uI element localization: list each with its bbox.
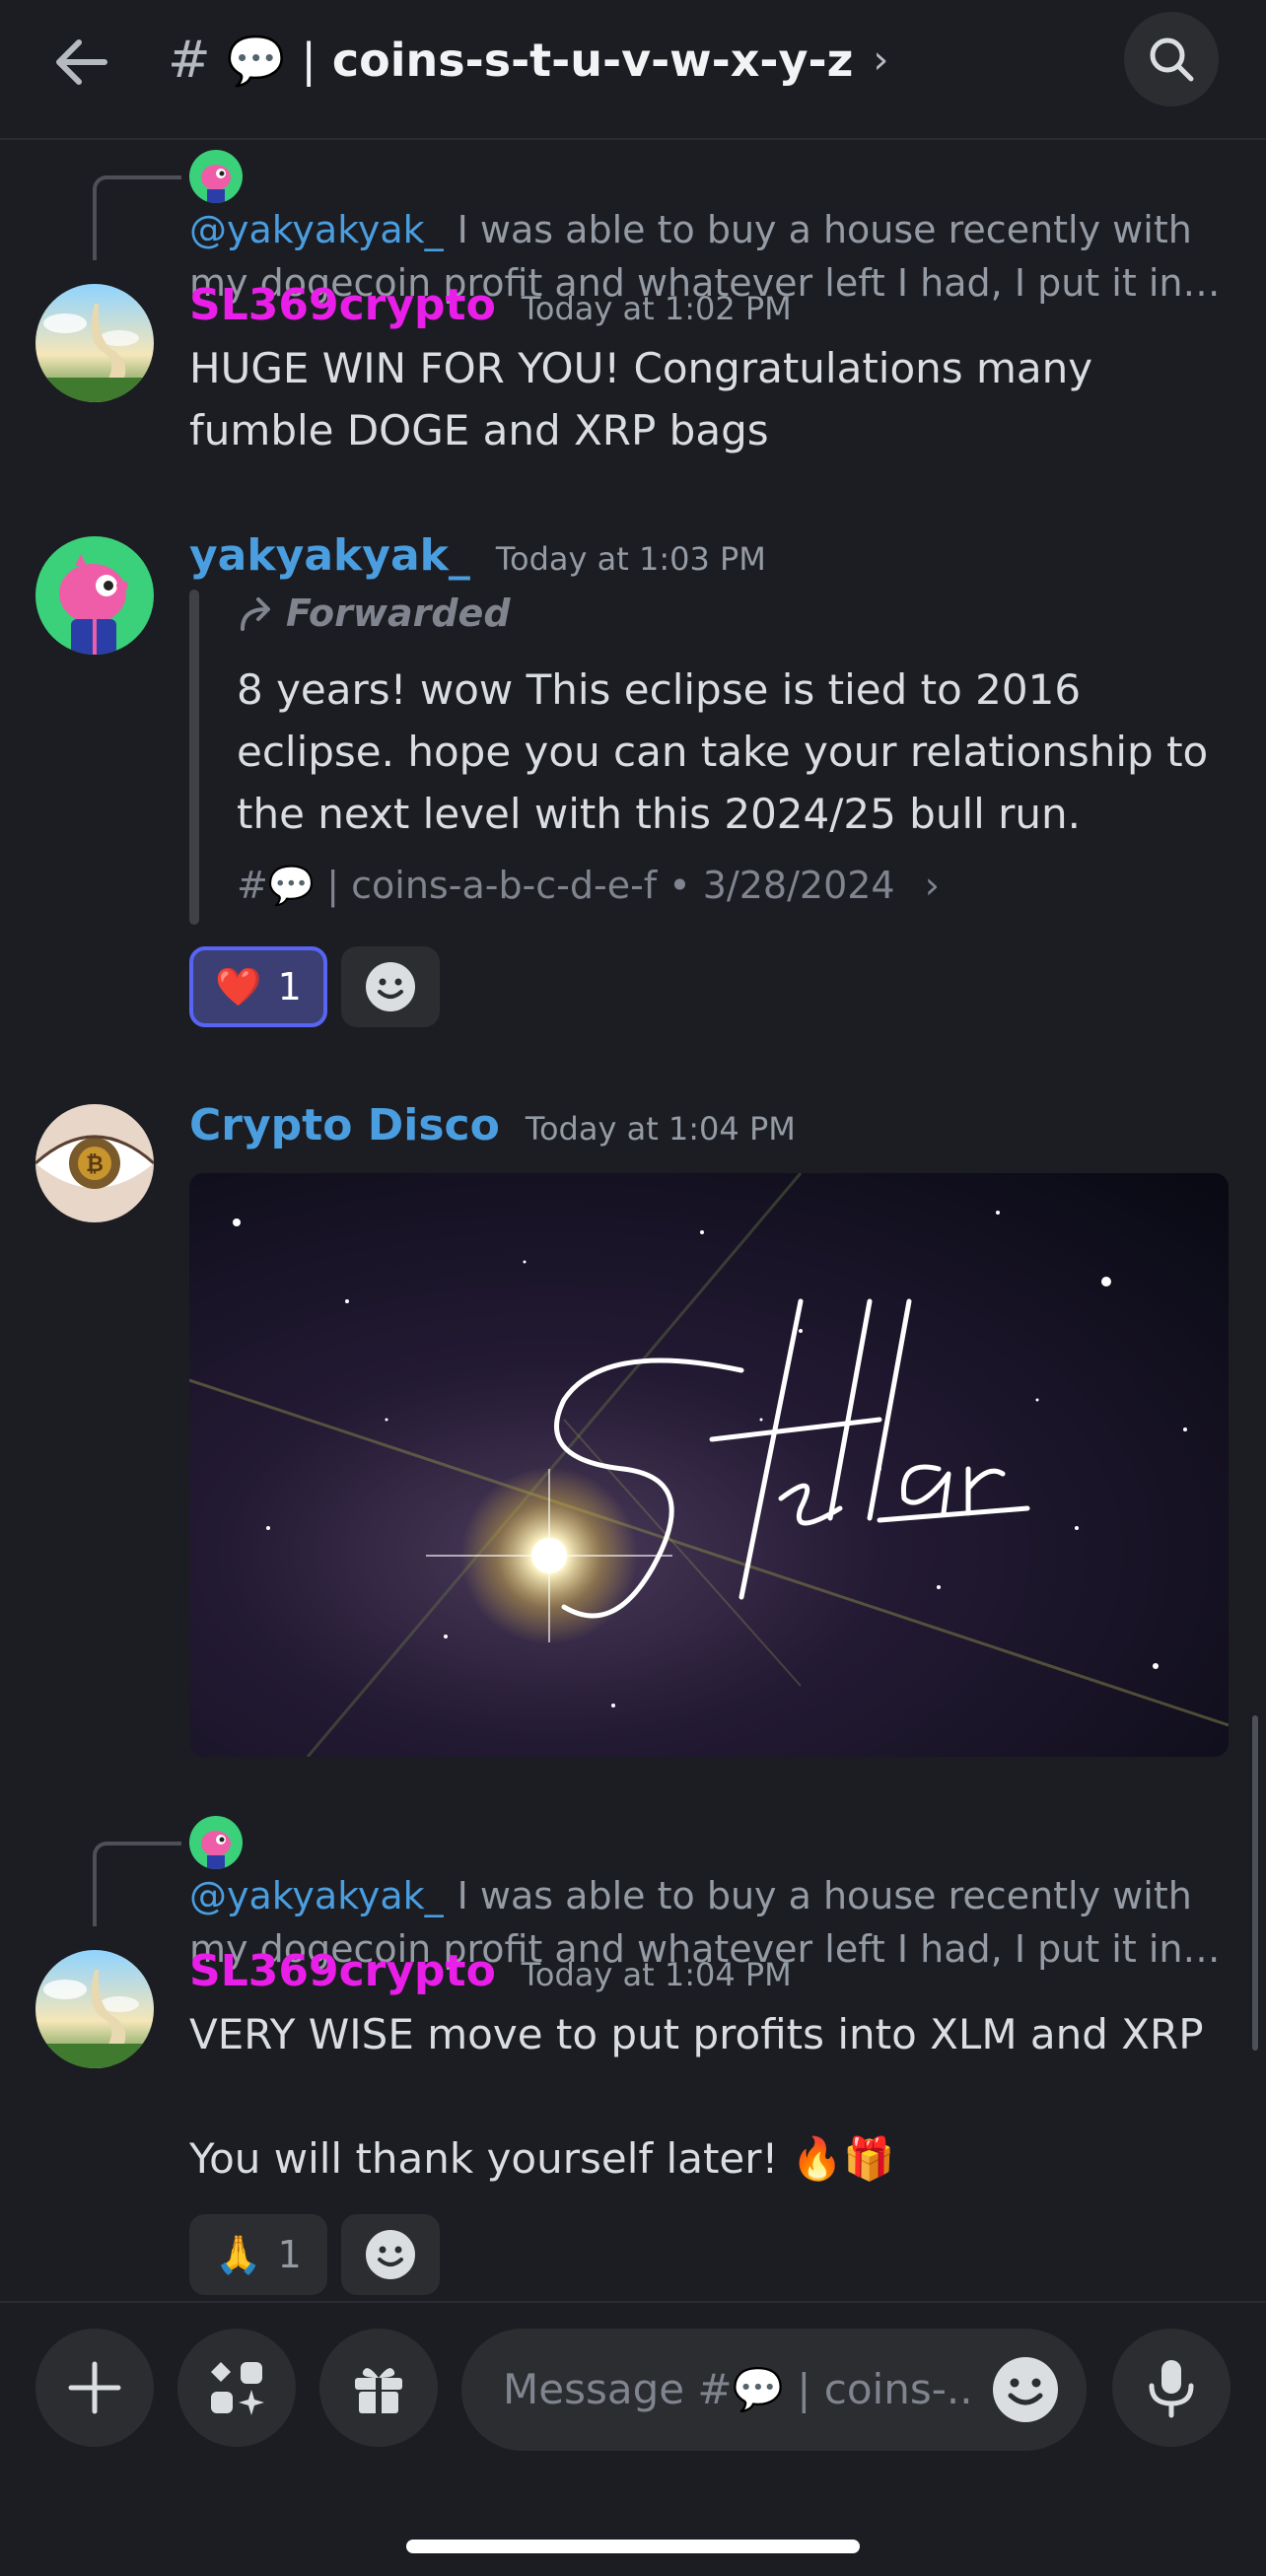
gift-button[interactable]	[319, 2329, 438, 2447]
message-text: HUGE WIN FOR YOU! Congratulations many f…	[189, 344, 1093, 454]
message-placeholder: Message #💬 | coins-..	[503, 2365, 973, 2413]
add-reaction-button[interactable]	[341, 2214, 440, 2295]
channel-separator: |	[301, 34, 316, 87]
apps-button[interactable]	[177, 2329, 296, 2447]
message-header: Crypto Disco Today at 1:04 PM	[189, 1100, 796, 1150]
gift-icon	[355, 2368, 402, 2413]
reply-connector	[93, 175, 181, 260]
reply-mention[interactable]: @yakyakyak_	[189, 1874, 444, 1917]
timestamp: Today at 1:04 PM	[521, 1956, 792, 1993]
avatar[interactable]	[35, 1950, 154, 2068]
username[interactable]: SL369crypto	[189, 280, 496, 330]
forward-bar	[189, 590, 199, 925]
back-arrow-icon[interactable]	[47, 28, 116, 97]
search-button[interactable]	[1124, 12, 1219, 106]
add-reaction-button[interactable]	[341, 946, 440, 1027]
avatar[interactable]	[35, 284, 154, 402]
username[interactable]: SL369crypto	[189, 1946, 496, 1996]
channel-name: coins-s-t-u-v-w-x-y-z	[331, 34, 854, 87]
message-input[interactable]: Message #💬 | coins-..	[461, 2329, 1087, 2451]
smiley-icon	[366, 2230, 415, 2279]
reaction-heart[interactable]: ❤️ 1	[189, 946, 327, 1027]
avatar	[189, 1816, 243, 1869]
home-indicator[interactable]	[406, 2540, 860, 2553]
message-header: yakyakyak_ Today at 1:03 PM	[189, 530, 766, 581]
apps-icon	[211, 2362, 264, 2415]
message-text: VERY WISE move to put profits into XLM a…	[189, 2010, 1204, 2058]
voice-message-button[interactable]	[1112, 2329, 1231, 2447]
plus-icon	[68, 2361, 121, 2414]
reaction-count: 1	[277, 965, 302, 1009]
forwarded-message-text: 8 years! wow This eclipse is tied to 201…	[237, 665, 1209, 838]
source-channel: | coins-a-b-c-d-e-f • 3/28/2024	[326, 864, 895, 907]
username[interactable]: yakyakyak_	[189, 530, 470, 581]
reply-mention[interactable]: @yakyakyak_	[189, 208, 444, 251]
svg-text:₿: ₿	[86, 1152, 104, 1177]
forwarded-label: Forwarded	[237, 592, 511, 635]
message-header: SL369crypto Today at 1:04 PM	[189, 1946, 792, 1996]
scrollbar[interactable]	[1252, 1715, 1258, 2051]
message-text: You will thank yourself later! 🔥🎁	[189, 2134, 895, 2183]
reply-text: I was able to buy a house recently with	[457, 1874, 1192, 1917]
microphone-icon	[1149, 2360, 1194, 2418]
search-icon	[1150, 37, 1194, 82]
avatar[interactable]	[35, 536, 154, 655]
timestamp: Today at 1:04 PM	[525, 1110, 796, 1148]
channel-hash-icon: #	[168, 31, 211, 90]
reply-text: I was able to buy a house recently with	[457, 208, 1192, 251]
timestamp: Today at 1:03 PM	[495, 540, 766, 578]
smiley-icon	[366, 962, 415, 1011]
reaction-count: 1	[277, 2233, 302, 2276]
chevron-right-icon: ›	[924, 864, 940, 907]
emoji-picker-icon[interactable]	[990, 2354, 1061, 2425]
timestamp: Today at 1:02 PM	[521, 290, 792, 327]
speech-bubble-icon: 💬	[267, 864, 316, 907]
username[interactable]: Crypto Disco	[189, 1100, 500, 1150]
reply-connector	[93, 1842, 181, 1926]
chevron-right-icon: ›	[873, 37, 889, 83]
avatar[interactable]: ₿	[35, 1104, 154, 1222]
add-attachment-button[interactable]	[35, 2329, 154, 2447]
channel-header: # 💬 | coins-s-t-u-v-w-x-y-z ›	[0, 0, 1266, 140]
forwarded-text: Forwarded	[286, 592, 511, 635]
source-hash: #	[237, 864, 268, 907]
channel-title[interactable]: # 💬 | coins-s-t-u-v-w-x-y-z ›	[168, 26, 888, 95]
message-header: SL369crypto Today at 1:02 PM	[189, 280, 792, 330]
speech-bubble-icon: 💬	[226, 33, 286, 89]
reaction-pray[interactable]: 🙏 1	[189, 2214, 327, 2295]
attached-image[interactable]	[189, 1173, 1229, 1757]
avatar	[189, 150, 243, 203]
forward-arrow-icon	[241, 597, 270, 631]
heart-icon: ❤️	[215, 964, 262, 1009]
folded-hands-icon: 🙏	[215, 2232, 262, 2276]
forwarded-source-link[interactable]: #💬 | coins-a-b-c-d-e-f • 3/28/2024 ›	[237, 864, 940, 908]
